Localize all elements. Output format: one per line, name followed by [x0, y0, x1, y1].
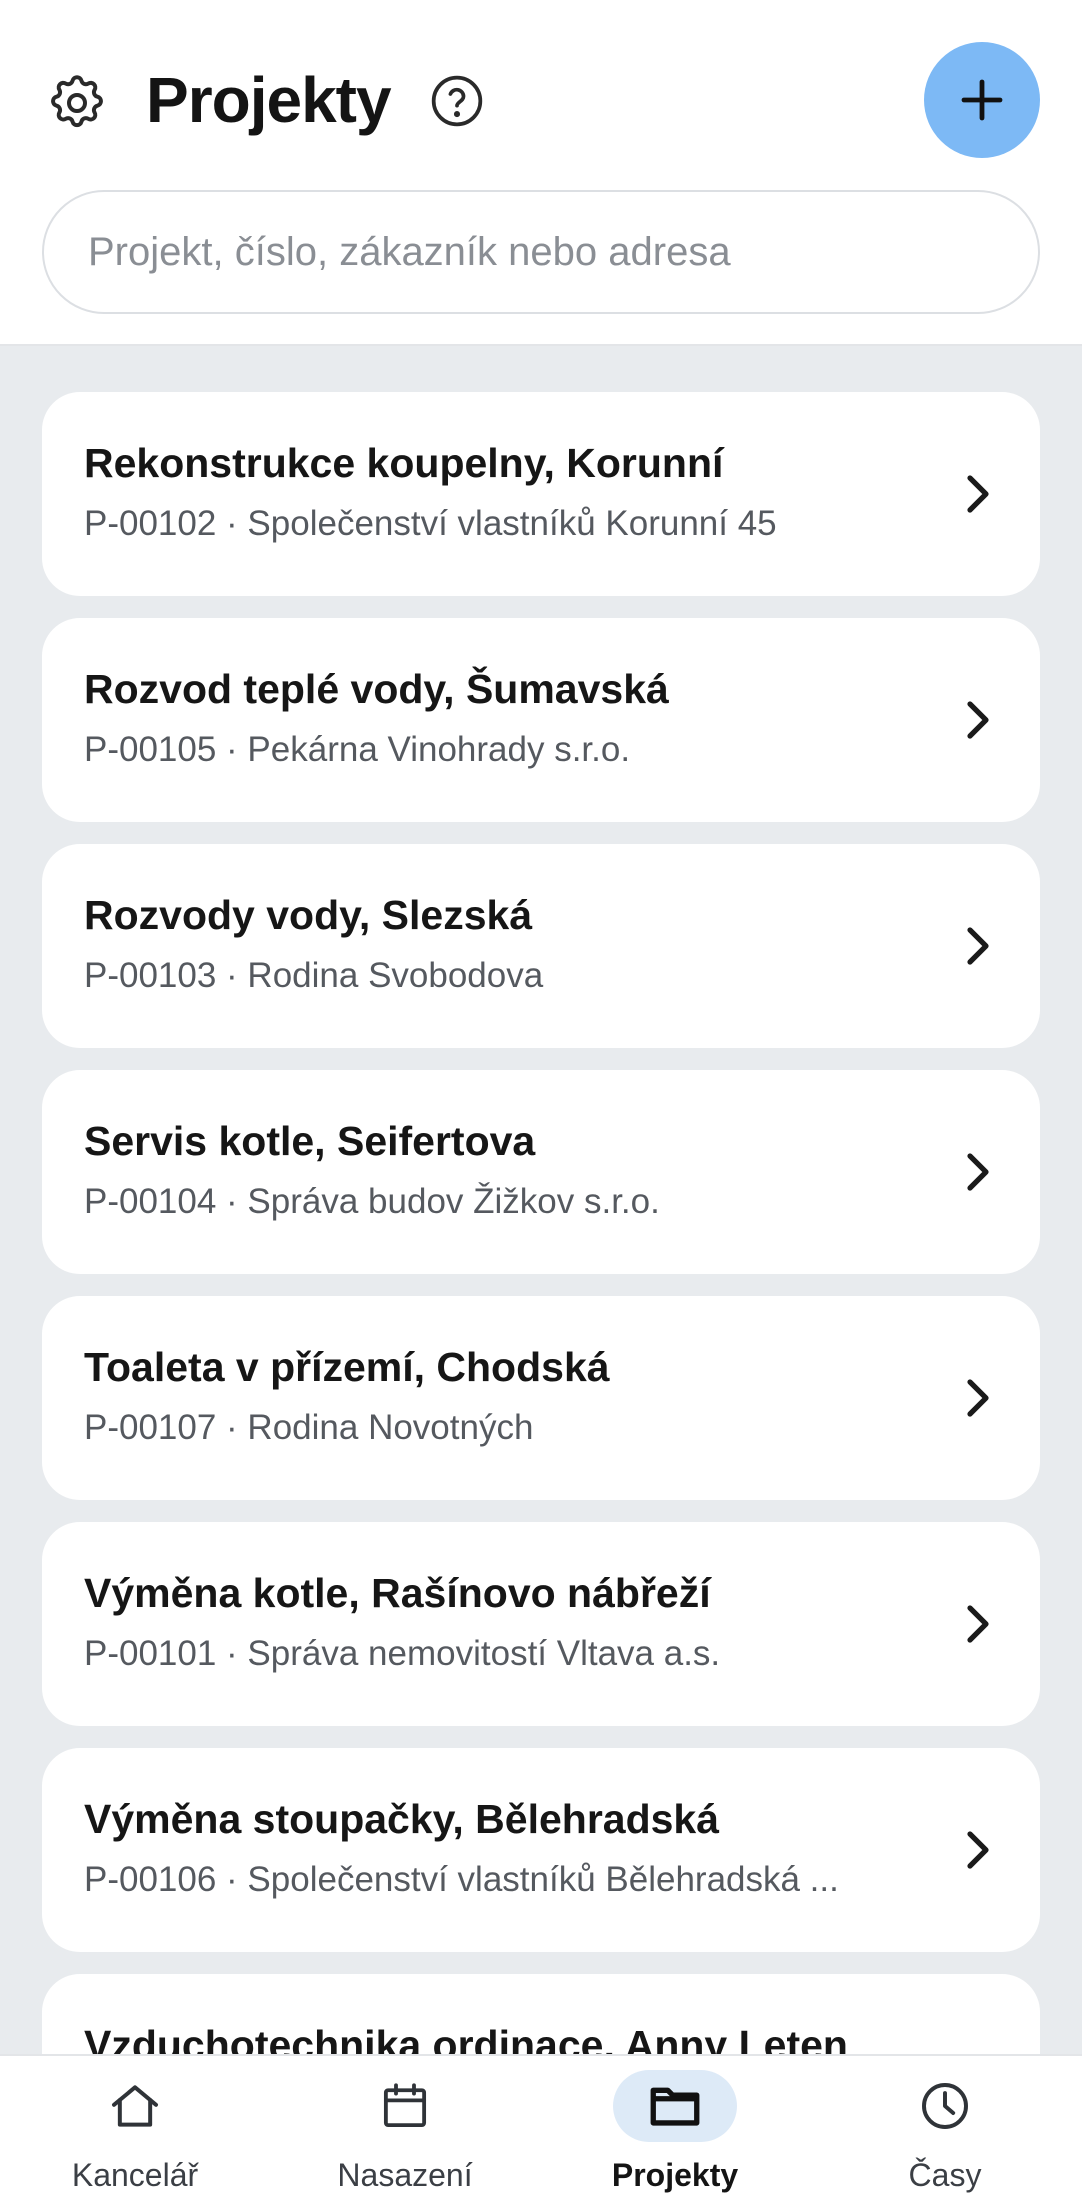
- page-title: Projekty: [146, 64, 392, 136]
- nav-icon-container: [883, 2070, 1007, 2142]
- gear-icon: [51, 75, 103, 128]
- search-input[interactable]: [88, 229, 1038, 275]
- help-icon: [431, 75, 483, 127]
- project-card[interactable]: Rekonstrukce koupelny, Korunní P-00102 ·…: [42, 392, 1040, 596]
- folder-icon: [650, 2087, 700, 2126]
- chevron-right-icon: [960, 1376, 996, 1420]
- project-subtitle: P-00103 · Rodina Svobodova: [84, 956, 544, 995]
- project-card[interactable]: Servis kotle, Seifertova P-00104 · Správ…: [42, 1070, 1040, 1274]
- chevron-right-icon: [960, 472, 996, 516]
- settings-button[interactable]: [44, 70, 110, 136]
- project-card[interactable]: Rozvody vody, Slezská P-00103 · Rodina S…: [42, 844, 1040, 1048]
- app: Projekty Rekonstrukce koupelny, Korunní …: [0, 0, 1082, 2202]
- project-name: Toaleta v přízemí, Chodská: [84, 1344, 610, 1390]
- nav-item-casy[interactable]: Časy: [810, 2056, 1080, 2202]
- project-name: Rekonstrukce koupelny, Korunní: [84, 440, 724, 486]
- chevron-right-icon: [960, 698, 996, 742]
- project-name: Servis kotle, Seifertova: [84, 1118, 536, 1164]
- chevron-right-icon: [960, 1828, 996, 1872]
- project-card[interactable]: Toaleta v přízemí, Chodská P-00107 · Rod…: [42, 1296, 1040, 1500]
- project-subtitle: P-00106 · Společenství vlastníků Bělehra…: [84, 1860, 839, 1899]
- project-name: Rozvody vody, Slezská: [84, 892, 533, 938]
- calendar-icon: [383, 2083, 427, 2128]
- project-card[interactable]: Výměna kotle, Rašínovo nábřeží P-00101 ·…: [42, 1522, 1040, 1726]
- project-name: Vzduchotechnika ordinace, Anny Leten: [84, 2022, 848, 2054]
- nav-label: Kancelář: [71, 2157, 199, 2193]
- project-subtitle: P-00105 · Pekárna Vinohrady s.r.o.: [84, 730, 631, 769]
- help-button[interactable]: [428, 72, 486, 130]
- add-project-button[interactable]: [924, 42, 1040, 158]
- nav-label: Časy: [908, 2157, 982, 2193]
- nav-icon-container: [73, 2070, 197, 2142]
- home-icon: [112, 2085, 158, 2127]
- chevron-right-icon: [960, 1150, 996, 1194]
- plus-icon: [961, 79, 1003, 121]
- clock-icon: [922, 2083, 968, 2129]
- project-subtitle: P-00102 · Společenství vlastníků Korunní…: [84, 504, 777, 543]
- project-name: Výměna kotle, Rašínovo nábřeží: [84, 1570, 711, 1616]
- project-card[interactable]: Vzduchotechnika ordinace, Anny Leten: [42, 1974, 1040, 2054]
- nav-icon-container: [613, 2070, 737, 2142]
- project-list: Rekonstrukce koupelny, Korunní P-00102 ·…: [0, 348, 1082, 2054]
- chevron-right-icon: [960, 924, 996, 968]
- nav-label: Nasazení: [337, 2157, 473, 2193]
- nav-item-projekty[interactable]: Projekty: [540, 2056, 810, 2202]
- nav-item-kancelar[interactable]: Kancelář: [0, 2056, 270, 2202]
- project-name: Výměna stoupačky, Bělehradská: [84, 1796, 720, 1842]
- project-subtitle: P-00104 · Správa budov Žižkov s.r.o.: [84, 1182, 660, 1221]
- project-card[interactable]: Výměna stoupačky, Bělehradská P-00106 · …: [42, 1748, 1040, 1952]
- nav-item-nasazeni[interactable]: Nasazení: [270, 2056, 540, 2202]
- nav-label: Projekty: [611, 2157, 739, 2193]
- project-subtitle: P-00107 · Rodina Novotných: [84, 1408, 534, 1447]
- chevron-right-icon: [960, 1602, 996, 1646]
- search-field[interactable]: [42, 190, 1040, 314]
- bottom-nav: Kancelář Nasazení Projekty Časy: [0, 2054, 1082, 2202]
- project-subtitle: P-00101 · Správa nemovitostí Vltava a.s.: [84, 1634, 721, 1673]
- project-card[interactable]: Rozvod teplé vody, Šumavská P-00105 · Pe…: [42, 618, 1040, 822]
- nav-icon-container: [343, 2070, 467, 2142]
- project-name: Rozvod teplé vody, Šumavská: [84, 666, 669, 712]
- header: Projekty: [0, 0, 1082, 346]
